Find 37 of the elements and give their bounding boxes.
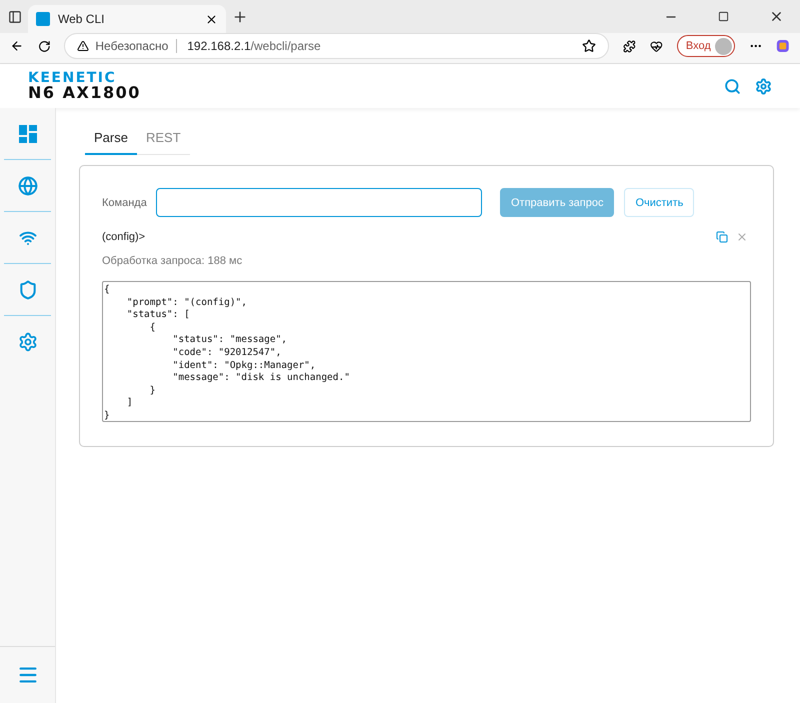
warning-icon bbox=[77, 40, 90, 52]
extensions-icon[interactable] bbox=[623, 38, 636, 54]
maximize-icon[interactable] bbox=[718, 11, 729, 22]
shield-icon bbox=[18, 280, 38, 300]
settings-icon bbox=[18, 332, 38, 352]
model-name: N6 AX1800 bbox=[28, 85, 141, 101]
globe-icon bbox=[18, 176, 38, 196]
security-label: Небезопасно bbox=[95, 39, 178, 53]
sign-in-button[interactable]: Вход bbox=[676, 35, 735, 57]
dashboard-icon bbox=[18, 124, 36, 142]
copy-icon[interactable] bbox=[716, 231, 728, 243]
tab-panel-icon[interactable] bbox=[8, 10, 22, 24]
command-field[interactable] bbox=[156, 188, 482, 217]
tab-title: Web CLI bbox=[58, 12, 106, 26]
browser-tab[interactable]: Web CLI bbox=[28, 5, 226, 33]
settings-icon[interactable] bbox=[755, 78, 772, 94]
reload-icon[interactable] bbox=[38, 38, 50, 54]
heart-pulse-icon[interactable] bbox=[650, 38, 663, 54]
tab[interactable]: Parse bbox=[85, 122, 137, 155]
close-icon[interactable] bbox=[769, 9, 784, 24]
tab[interactable]: REST bbox=[136, 122, 190, 155]
timing-text: Обработка запроса: 188 мс bbox=[102, 255, 244, 267]
brand-logo: KEENETIC bbox=[28, 71, 118, 85]
clear-button[interactable]: Очистить bbox=[624, 188, 694, 217]
favicon-icon bbox=[36, 12, 50, 26]
output-text: { "prompt": "(config)", "status": [ { "status": "message", "code": "92012547", "ident": "Opkg::Manager", "message": "disk is unchanged." } ] } bbox=[102, 281, 751, 422]
prompt-text: (config)> bbox=[102, 231, 146, 243]
command-label: Команда bbox=[102, 196, 146, 208]
avatar-icon bbox=[714, 38, 732, 54]
url-path: /webcli/parse bbox=[250, 39, 322, 53]
favorite-icon[interactable] bbox=[582, 39, 596, 53]
new-tab-icon[interactable] bbox=[232, 8, 248, 24]
search-icon[interactable] bbox=[724, 78, 741, 94]
address-bar[interactable]: Небезопасно 192.168.2.1/webcli/parse bbox=[64, 33, 610, 59]
close-tab-icon[interactable] bbox=[205, 12, 218, 26]
url-host: 192.168.2.1 bbox=[187, 39, 251, 53]
copilot-icon[interactable] bbox=[776, 38, 790, 54]
